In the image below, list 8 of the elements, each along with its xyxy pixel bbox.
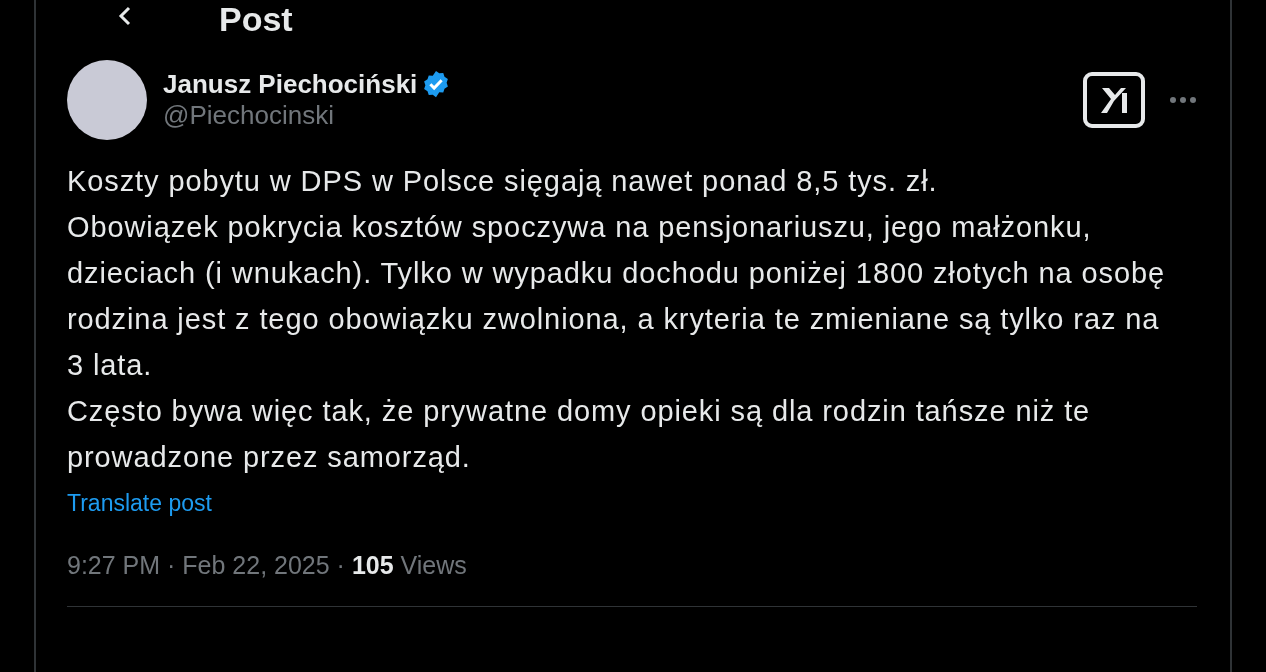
more-options-icon[interactable] xyxy=(1169,96,1197,104)
author-handle[interactable]: @Piechocinski xyxy=(163,100,1083,132)
page-title: Post xyxy=(219,2,293,36)
post-metadata: 9:27 PM · Feb 22, 2025 · 105 Views xyxy=(67,549,468,581)
grok-icon[interactable] xyxy=(1083,72,1145,128)
translate-post-link[interactable]: Translate post xyxy=(67,486,212,521)
post-text: Koszty pobytu w DPS w Polsce sięgają nawet ponad 8,5 tys. zł. Obowiązek pokrycia kosztów spoczywa na pensjonariuszu, jego małżonku, dzieciach (i wnukach). Tylko w wypadku dochodu poniżej 1800 złotych na osobę rodzina jest z tego obowiązku zwolniona, a kryteria te zmieniane są tylko raz na 3 lata. Często bywa więc tak, że prywatne domy opieki są dla rodzin tańsze niż te prowadzone przez samorząd. xyxy=(67,164,1166,475)
author-name[interactable]: Janusz Piechociński xyxy=(163,68,418,100)
